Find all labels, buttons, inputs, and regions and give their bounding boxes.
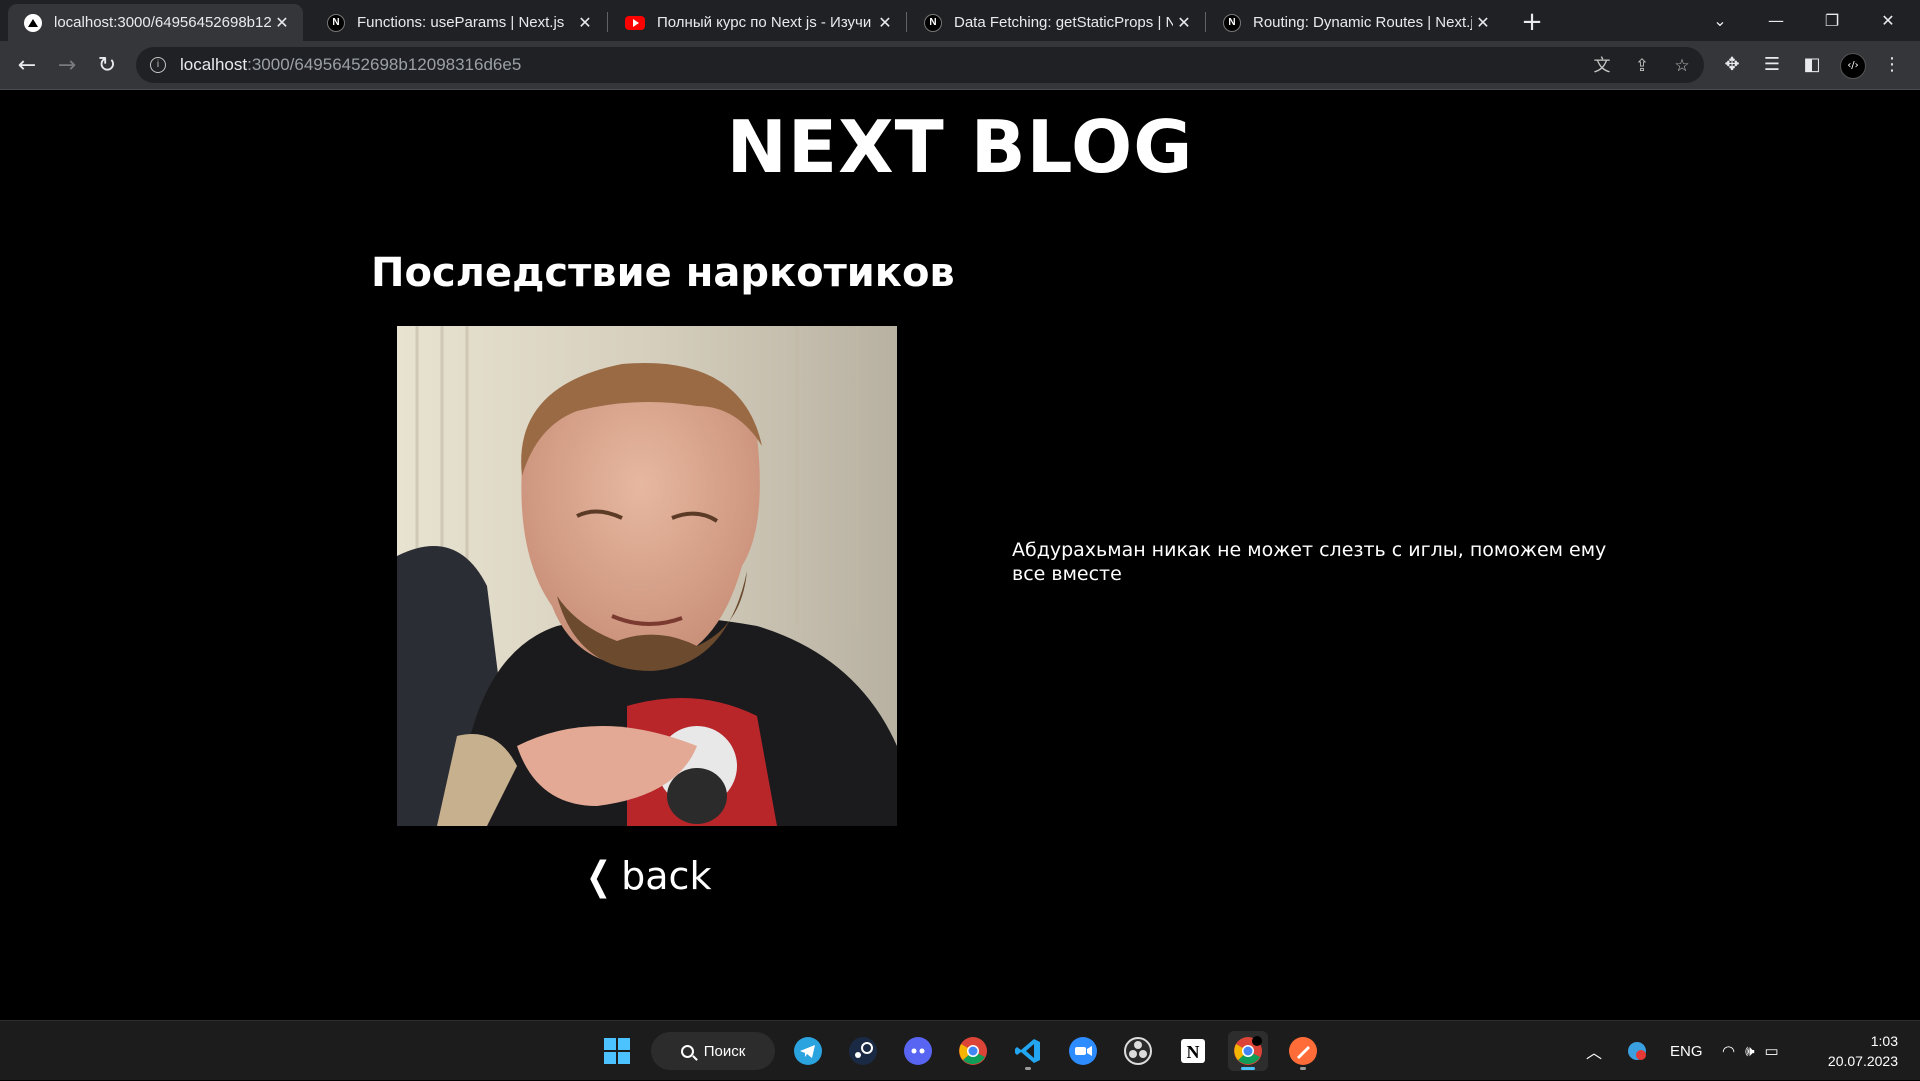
taskbar-search-label: Поиск bbox=[703, 1042, 746, 1060]
nextjs-icon: N bbox=[327, 13, 345, 32]
tab-divider bbox=[906, 12, 907, 32]
browser-tab-strip: localhost:3000/64956452698b12 ✕ N Functi… bbox=[0, 0, 1920, 41]
address-url[interactable]: localhost:3000/64956452698b12098316d6e5 bbox=[180, 55, 521, 75]
system-clock[interactable]: 1:03 20.07.2023 bbox=[1818, 1031, 1898, 1071]
running-indicator bbox=[1025, 1067, 1031, 1070]
obs-icon[interactable] bbox=[1118, 1031, 1158, 1071]
tab-title: Routing: Dynamic Routes | Next.js bbox=[1253, 14, 1472, 31]
running-indicator bbox=[1300, 1067, 1306, 1070]
bookmark-star-icon[interactable]: ☆ bbox=[1672, 56, 1692, 76]
forward-arrow-icon[interactable]: → bbox=[51, 49, 83, 81]
tab-youtube-course[interactable]: Полный курс по Next js - Изучи ✕ bbox=[609, 4, 906, 41]
windows-start-icon[interactable] bbox=[597, 1031, 637, 1071]
media-queue-icon[interactable]: ☰ bbox=[1760, 53, 1784, 77]
share-icon[interactable]: ⇪ bbox=[1632, 56, 1652, 76]
close-icon[interactable]: ✕ bbox=[874, 12, 896, 34]
close-icon[interactable]: ✕ bbox=[1173, 12, 1195, 34]
site-title: NEXT BLOG bbox=[726, 105, 1194, 189]
svg-text:N: N bbox=[1187, 1042, 1200, 1062]
post-photo bbox=[397, 326, 897, 826]
tab-divider bbox=[1205, 12, 1206, 32]
vscode-icon[interactable] bbox=[1008, 1031, 1048, 1071]
wifi-icon: ◠ bbox=[1722, 1043, 1736, 1060]
tab-title: Полный курс по Next js - Изучи bbox=[657, 14, 872, 31]
site-info-icon[interactable]: i bbox=[150, 57, 166, 73]
discord-icon[interactable] bbox=[898, 1031, 938, 1071]
windows-logo bbox=[604, 1038, 630, 1064]
tab-title: Functions: useParams | Next.js bbox=[357, 14, 565, 31]
menu-kebab-icon[interactable]: ⋮ bbox=[1880, 53, 1904, 77]
steam-icon[interactable] bbox=[843, 1031, 883, 1071]
vercel-icon bbox=[24, 13, 42, 32]
close-icon[interactable]: ✕ bbox=[271, 12, 293, 34]
url-path: :3000/64956452698b12098316d6e5 bbox=[247, 55, 522, 74]
language-label: ENG bbox=[1670, 1042, 1703, 1060]
zoom-logo bbox=[1069, 1037, 1097, 1065]
minimize-button[interactable]: — bbox=[1748, 0, 1804, 41]
close-window-button[interactable]: ✕ bbox=[1860, 0, 1916, 41]
windows-taskbar: Поиск N ︿ ENG ◠ 🕪 ▭ 1:03 20.07.2023 bbox=[0, 1020, 1920, 1080]
tray-app-icon bbox=[1628, 1042, 1646, 1060]
obs-logo bbox=[1124, 1037, 1152, 1065]
reload-icon[interactable]: ↻ bbox=[91, 49, 123, 81]
battery-icon: ▭ bbox=[1764, 1043, 1779, 1060]
clock-time: 1:03 bbox=[1870, 1033, 1898, 1049]
chrome-dev-icon[interactable] bbox=[1228, 1031, 1268, 1071]
postman-icon[interactable] bbox=[1283, 1031, 1323, 1071]
address-bar[interactable]: i localhost:3000/64956452698b12098316d6e… bbox=[136, 47, 1704, 83]
back-link-label: back bbox=[621, 854, 712, 898]
url-host: localhost bbox=[180, 55, 248, 74]
language-indicator[interactable]: ENG bbox=[1670, 1021, 1703, 1081]
chevron-left-icon: ❮ bbox=[586, 853, 612, 899]
side-panel-icon[interactable]: ◧ bbox=[1800, 53, 1824, 77]
back-link[interactable]: ❮ back bbox=[586, 853, 712, 899]
chrome-dev-logo bbox=[1234, 1036, 1262, 1065]
nextjs-icon: N bbox=[1223, 13, 1241, 32]
youtube-icon bbox=[625, 15, 645, 30]
restore-button[interactable]: ❐ bbox=[1804, 0, 1860, 41]
system-tray: ︿ bbox=[1586, 1021, 1602, 1081]
steam-logo bbox=[849, 1037, 877, 1065]
extensions-puzzle-icon[interactable]: ✥ bbox=[1720, 53, 1744, 77]
clock-date: 20.07.2023 bbox=[1827, 1053, 1898, 1069]
tab-dynamic-routes[interactable]: N Routing: Dynamic Routes | Next.js ✕ bbox=[1207, 4, 1504, 41]
tab-title: localhost:3000/64956452698b12 bbox=[54, 14, 271, 31]
active-indicator bbox=[1241, 1067, 1255, 1070]
notion-logo: N bbox=[1181, 1039, 1205, 1063]
post-body: Абдурахьман никак не может слезть с иглы… bbox=[1012, 539, 1607, 585]
post-image bbox=[397, 326, 897, 826]
tab-localhost[interactable]: localhost:3000/64956452698b12 ✕ bbox=[8, 4, 303, 41]
page-content: NEXT BLOG Последствие наркотиков Абдурах… bbox=[0, 90, 1920, 1020]
chrome-logo bbox=[959, 1037, 987, 1065]
new-tab-button[interactable]: + bbox=[1518, 8, 1546, 36]
post-title: Последствие наркотиков bbox=[371, 250, 955, 296]
telegram-icon[interactable] bbox=[788, 1031, 828, 1071]
search-icon bbox=[680, 1044, 694, 1058]
tab-title: Data Fetching: getStaticProps | N bbox=[954, 14, 1173, 31]
translate-icon[interactable]: ⽂ bbox=[1592, 56, 1612, 76]
volume-icon: 🕪 bbox=[1745, 1042, 1755, 1060]
vscode-logo bbox=[1015, 1039, 1040, 1063]
close-icon[interactable]: ✕ bbox=[574, 12, 596, 34]
chrome-icon[interactable] bbox=[953, 1031, 993, 1071]
discord-logo bbox=[904, 1037, 932, 1065]
notion-icon[interactable]: N bbox=[1173, 1031, 1213, 1071]
taskbar-search[interactable]: Поиск bbox=[651, 1032, 775, 1070]
tray-app[interactable] bbox=[1626, 1021, 1648, 1081]
chevron-up-icon[interactable]: ︿ bbox=[1586, 1039, 1602, 1063]
browser-toolbar: ← → ↻ i localhost:3000/64956452698b12098… bbox=[0, 41, 1920, 90]
nextjs-icon: N bbox=[924, 13, 942, 32]
telegram-logo bbox=[794, 1037, 822, 1065]
postman-logo bbox=[1289, 1037, 1317, 1065]
zoom-icon[interactable] bbox=[1063, 1031, 1103, 1071]
profile-avatar[interactable]: ‹/› bbox=[1840, 53, 1866, 79]
tab-search-chevron-icon[interactable]: ⌄ bbox=[1692, 0, 1748, 41]
tab-getstaticprops[interactable]: N Data Fetching: getStaticProps | N ✕ bbox=[908, 4, 1205, 41]
tab-divider bbox=[607, 12, 608, 32]
close-icon[interactable]: ✕ bbox=[1472, 12, 1494, 34]
network-status[interactable]: ◠ 🕪 ▭ bbox=[1722, 1021, 1779, 1081]
back-arrow-icon[interactable]: ← bbox=[11, 49, 43, 81]
tab-useparams[interactable]: N Functions: useParams | Next.js ✕ bbox=[311, 4, 606, 41]
